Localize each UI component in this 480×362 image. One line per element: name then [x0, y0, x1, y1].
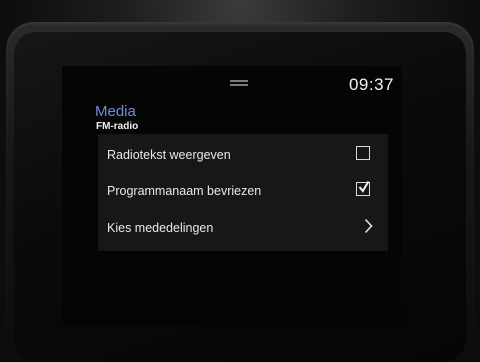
checkbox-unchecked-icon[interactable] [356, 146, 370, 160]
page-title[interactable]: Media [95, 103, 136, 120]
page-subtitle: FM-radio [96, 121, 139, 132]
chevron-right-icon[interactable] [364, 218, 373, 234]
drag-handle-icon[interactable] [230, 80, 248, 86]
setting-row-radiotekst[interactable]: Radiotekst weergeven [98, 136, 388, 172]
setting-label: Radiotekst weergeven [107, 148, 231, 162]
status-clock: 09:37 [348, 75, 394, 94]
setting-label: Programmanaam bevriezen [107, 184, 262, 198]
setting-row-mededelingen[interactable]: Kies mededelingen [98, 209, 388, 245]
infotainment-display: 09:37 Media FM-radio Radiotekst weergeve… [62, 66, 402, 326]
settings-list: Radiotekst weergeven Programmanaam bevri… [98, 134, 388, 251]
setting-row-programmanaam[interactable]: Programmanaam bevriezen [98, 172, 388, 208]
checkbox-checked-icon[interactable] [356, 180, 370, 196]
check-mark-icon [358, 180, 370, 193]
setting-label: Kies mededelingen [107, 221, 214, 235]
device-surround: 09:37 Media FM-radio Radiotekst weergeve… [0, 0, 480, 362]
